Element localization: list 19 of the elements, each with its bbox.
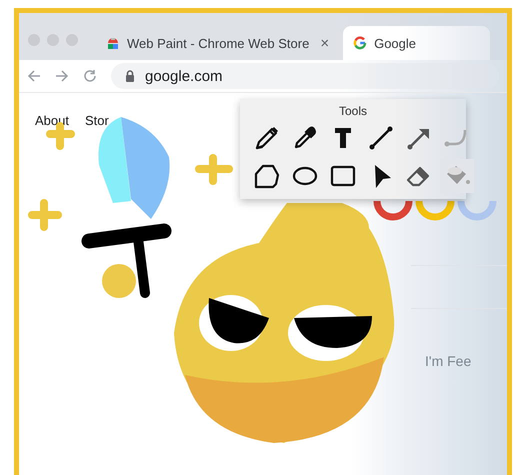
polygon-icon [253,162,281,190]
line-icon [367,124,395,152]
address-bar[interactable]: google.com [111,63,499,89]
panel-title: Tools [338,103,368,118]
plus-icon [195,154,233,185]
store-icon [106,36,120,50]
close-tab-icon[interactable]: × [320,34,330,52]
lock-icon [125,70,135,82]
plus-icon [28,199,62,231]
forward-icon[interactable] [55,69,69,83]
eye-drawing [199,295,269,351]
google-icon [353,36,368,50]
search-field[interactable] [411,265,507,309]
browser-tab[interactable]: Google [343,26,490,60]
back-icon[interactable] [27,69,41,83]
pencil-icon [253,124,281,152]
browser-tab[interactable]: Web Paint - Chrome Web Store × [96,26,340,60]
nav-link[interactable]: Stor [84,113,109,128]
reload-icon[interactable] [83,69,97,83]
